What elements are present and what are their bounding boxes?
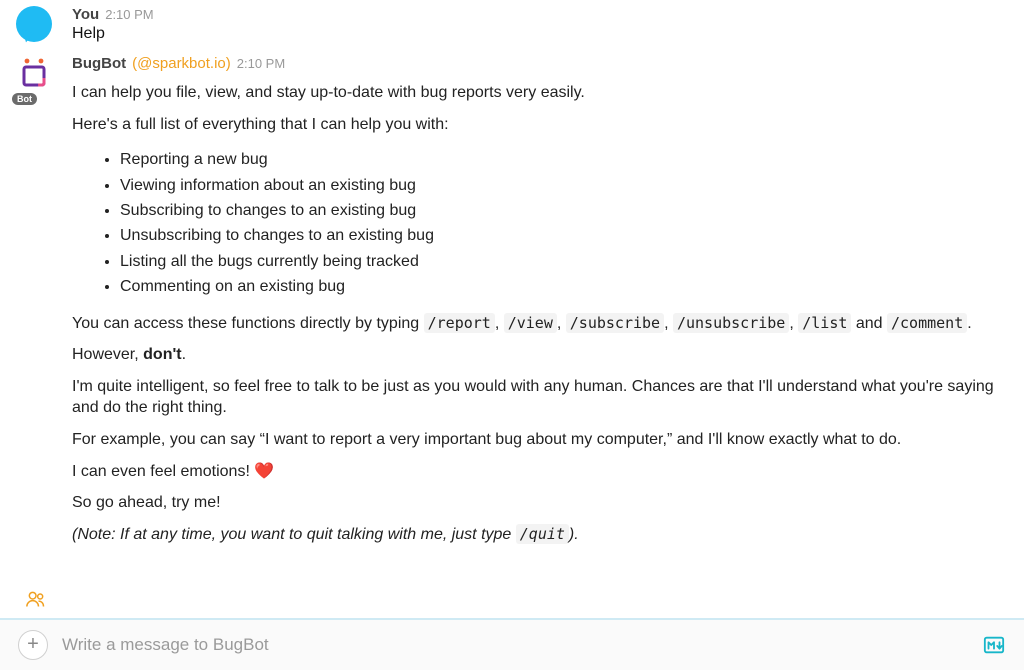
people-icon[interactable]: [26, 595, 46, 612]
timestamp: 2:10 PM: [105, 7, 153, 22]
list-item: Reporting a new bug: [120, 149, 1008, 171]
markdown-toggle-icon[interactable]: [982, 633, 1006, 657]
bot-paragraph-note: (Note: If at any time, you want to quit …: [72, 524, 1008, 546]
capability-list: Reporting a new bug Viewing information …: [120, 149, 1008, 298]
separator: and: [851, 315, 887, 332]
command-code: /report: [424, 313, 495, 333]
bot-paragraph-example: For example, you can say “I want to repo…: [72, 429, 1008, 451]
command-code: /subscribe: [566, 313, 664, 333]
list-item: Subscribing to changes to an existing bu…: [120, 200, 1008, 222]
separator: ,: [495, 315, 504, 332]
command-code: /comment: [887, 313, 967, 333]
message-you: You 2:10 PM Help: [0, 6, 1024, 55]
bot-paragraph-intelligent: I'm quite intelligent, so feel free to t…: [72, 376, 1008, 419]
bot-paragraph-intro: I can help you file, view, and stay up-t…: [72, 82, 1008, 104]
bot-paragraph-list-intro: Here's a full list of everything that I …: [72, 114, 1008, 136]
bold-text: don't: [143, 346, 181, 363]
text: However,: [72, 346, 143, 363]
command-code: /list: [798, 313, 851, 333]
separator: ,: [664, 315, 673, 332]
text: .: [182, 346, 186, 363]
message-text: Help: [72, 25, 1008, 43]
command-code: /unsubscribe: [673, 313, 789, 333]
sender-name: You: [72, 6, 99, 23]
message-body: BugBot (@sparkbot.io) 2:10 PM I can help…: [72, 55, 1008, 555]
attach-button[interactable]: +: [18, 630, 48, 660]
list-item: Listing all the bugs currently being tra…: [120, 251, 1008, 273]
sender-handle[interactable]: (@sparkbot.io): [132, 55, 231, 72]
text: I can even feel emotions!: [72, 463, 254, 480]
command-code: /view: [504, 313, 557, 333]
message-header: You 2:10 PM: [72, 6, 1008, 23]
timestamp: 2:10 PM: [237, 56, 285, 71]
bot-paragraph-emotions: I can even feel emotions! ❤️: [72, 461, 1008, 483]
compose-input[interactable]: [62, 635, 968, 655]
message-header: BugBot (@sparkbot.io) 2:10 PM: [72, 55, 1008, 72]
composer: +: [0, 618, 1024, 670]
heart-icon: ❤️: [254, 463, 274, 480]
bot-paragraph-commands: You can access these functions directly …: [72, 313, 1008, 335]
text: ).: [569, 526, 579, 543]
text: You can access these functions directly …: [72, 315, 424, 332]
bot-badge: Bot: [12, 93, 37, 105]
presence-row: [0, 586, 1024, 618]
list-item: Commenting on an existing bug: [120, 276, 1008, 298]
separator: ,: [557, 315, 566, 332]
avatar-bot-icon: [16, 55, 52, 91]
bot-paragraph-however: However, don't.: [72, 344, 1008, 366]
message-list: You 2:10 PM Help Bot BugBot (@sparkbot.i…: [0, 0, 1024, 586]
text: (Note: If at any time, you want to quit …: [72, 526, 516, 543]
list-item: Viewing information about an existing bu…: [120, 175, 1008, 197]
avatar-column: [16, 6, 72, 43]
sender-name: BugBot: [72, 55, 126, 72]
bot-paragraph-try: So go ahead, try me!: [72, 492, 1008, 514]
text: .: [967, 315, 971, 332]
avatar-you-icon: [16, 6, 52, 42]
message-bugbot: Bot BugBot (@sparkbot.io) 2:10 PM I can …: [0, 55, 1024, 567]
list-item: Unsubscribing to changes to an existing …: [120, 225, 1008, 247]
message-body: You 2:10 PM Help: [72, 6, 1008, 43]
separator: ,: [789, 315, 798, 332]
command-code: /quit: [516, 524, 569, 544]
avatar-column: Bot: [16, 55, 72, 555]
